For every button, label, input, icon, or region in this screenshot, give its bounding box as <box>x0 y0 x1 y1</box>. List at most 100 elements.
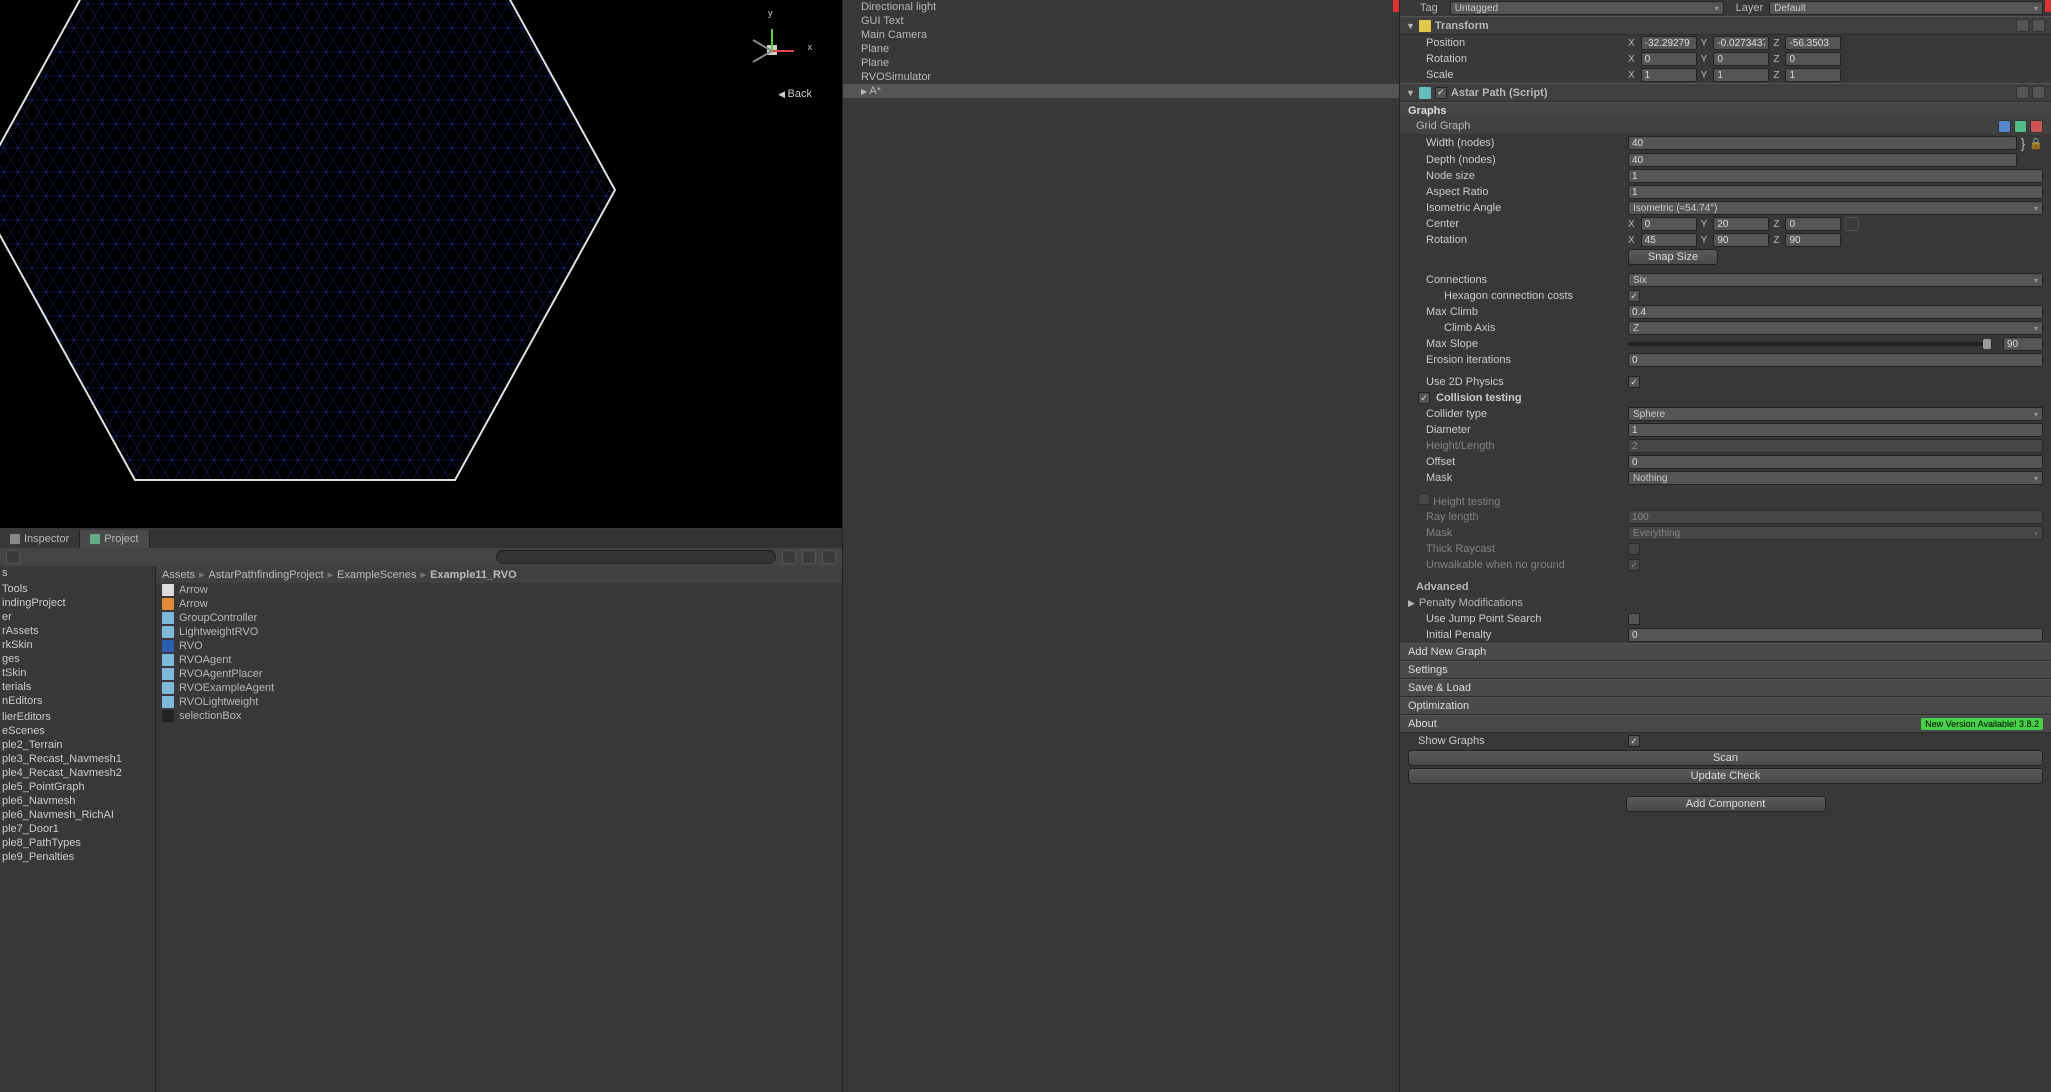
asset-item[interactable]: Arrow <box>156 583 842 597</box>
project-folders[interactable]: sToolsindingProjecterrAssetsrkSkingestSk… <box>0 566 156 1092</box>
folder-item[interactable]: ple2_Terrain <box>0 738 155 752</box>
folder-item[interactable]: Tools <box>0 582 155 596</box>
update-check-button[interactable]: Update Check <box>1408 768 2043 784</box>
hierarchy-item[interactable]: Main Camera <box>843 28 1399 42</box>
gizmo-y-axis[interactable] <box>771 29 773 51</box>
grid-graph-row[interactable]: Grid Graph <box>1400 118 2051 134</box>
jps-checkbox[interactable] <box>1628 613 1640 625</box>
snap-size-button[interactable]: Snap Size <box>1628 249 1718 265</box>
foldout-icon[interactable]: ▼ <box>1406 21 1415 31</box>
asset-item[interactable]: RVO <box>156 639 842 653</box>
gizmo-neg-axis-1[interactable] <box>752 50 772 63</box>
component-enable-checkbox[interactable] <box>1435 87 1447 99</box>
graphs-section[interactable]: Graphs <box>1400 102 2051 118</box>
collision-checkbox[interactable] <box>1418 392 1430 404</box>
tab-inspector[interactable]: Inspector <box>0 530 80 548</box>
scl-x[interactable] <box>1641 68 1697 82</box>
folder-item[interactable]: ple6_Navmesh <box>0 794 155 808</box>
grot-y[interactable] <box>1713 233 1769 247</box>
create-button[interactable] <box>6 550 20 564</box>
aspect-field[interactable] <box>1628 185 2043 199</box>
init-penalty-field[interactable] <box>1628 628 2043 642</box>
project-search[interactable] <box>496 550 776 564</box>
folder-item[interactable]: er <box>0 610 155 624</box>
use2d-checkbox[interactable] <box>1628 376 1640 388</box>
lock-icon[interactable]: 🔒 <box>2029 137 2043 150</box>
info-icon[interactable] <box>2014 120 2027 133</box>
rot-x[interactable] <box>1641 52 1697 66</box>
folder-item[interactable]: eScenes <box>0 724 155 738</box>
breadcrumb-segment[interactable]: ExampleScenes <box>337 569 417 581</box>
folder-item[interactable]: ple3_Recast_Navmesh1 <box>0 752 155 766</box>
climb-axis-dropdown[interactable]: Z <box>1628 321 2043 335</box>
hierarchy-item[interactable]: Plane <box>843 56 1399 70</box>
pos-y[interactable] <box>1713 36 1769 50</box>
connections-dropdown[interactable]: Six <box>1628 273 2043 287</box>
width-field[interactable] <box>1628 136 2017 150</box>
pos-z[interactable] <box>1785 36 1841 50</box>
gizmo-x-axis[interactable] <box>772 50 794 52</box>
asset-item[interactable]: Arrow <box>156 597 842 611</box>
foldout-icon[interactable]: ▼ <box>1406 88 1415 98</box>
grot-x[interactable] <box>1641 233 1697 247</box>
center-y[interactable] <box>1713 217 1769 231</box>
help-icon[interactable] <box>2016 19 2029 32</box>
asset-item[interactable]: RVOLightweight <box>156 695 842 709</box>
max-slope-field[interactable] <box>2003 337 2043 351</box>
add-component-button[interactable]: Add Component <box>1626 796 1826 812</box>
filter-button-1[interactable] <box>782 550 796 564</box>
center-z[interactable] <box>1785 217 1841 231</box>
hierarchy-item[interactable]: RVOSimulator <box>843 70 1399 84</box>
hierarchy-item[interactable]: ▶ A* <box>843 84 1399 98</box>
help-icon[interactable] <box>2016 86 2029 99</box>
asset-item[interactable]: RVOAgent <box>156 653 842 667</box>
optimization-section[interactable]: Optimization <box>1400 697 2051 715</box>
height-test-checkbox[interactable] <box>1418 493 1430 505</box>
hierarchy-item[interactable]: GUI Text <box>843 14 1399 28</box>
scene-back-button[interactable]: Back <box>778 88 812 100</box>
erosion-field[interactable] <box>1628 353 2043 367</box>
asset-item[interactable]: RVOAgentPlacer <box>156 667 842 681</box>
scene-view[interactable]: x y Back <box>0 0 842 528</box>
add-graph-button[interactable]: Add New Graph <box>1400 643 2051 661</box>
folder-item[interactable]: ges <box>0 652 155 666</box>
penalty-mod-label[interactable]: Penalty Modifications <box>1419 597 1523 609</box>
asset-item[interactable]: RVOExampleAgent <box>156 681 842 695</box>
tab-project[interactable]: Project <box>80 530 149 548</box>
folder-item[interactable]: ple9_Penalties <box>0 850 155 864</box>
scan-button[interactable]: Scan <box>1408 750 2043 766</box>
breadcrumb-segment[interactable]: Assets <box>162 569 195 581</box>
layer-dropdown[interactable]: Default <box>1769 1 2043 15</box>
error-indicator-icon[interactable] <box>2045 0 2051 12</box>
mask-dropdown[interactable]: Nothing <box>1628 471 2043 485</box>
settings-section[interactable]: Settings <box>1400 661 2051 679</box>
tag-dropdown[interactable]: Untagged <box>1450 1 1724 15</box>
filter-button-2[interactable] <box>802 550 816 564</box>
hex-costs-checkbox[interactable] <box>1628 290 1640 302</box>
eye-icon[interactable] <box>1998 120 2011 133</box>
collider-type-dropdown[interactable]: Sphere <box>1628 407 2043 421</box>
folder-item[interactable]: ple7_Door1 <box>0 822 155 836</box>
max-slope-slider[interactable] <box>1628 342 1993 346</box>
folder-item[interactable]: s <box>0 566 155 580</box>
folder-item[interactable]: indingProject <box>0 596 155 610</box>
hierarchy-panel[interactable]: Directional lightGUI TextMain Camera Plan… <box>842 0 1400 1092</box>
grot-z[interactable] <box>1785 233 1841 247</box>
rot-y[interactable] <box>1713 52 1769 66</box>
breadcrumb-segment[interactable]: Example11_RVO <box>430 569 517 581</box>
offset-field[interactable] <box>1628 455 2043 469</box>
orientation-gizmo[interactable]: x y <box>742 20 802 80</box>
folder-item[interactable]: ple6_Navmesh_RichAI <box>0 808 155 822</box>
diameter-field[interactable] <box>1628 423 2043 437</box>
transform-header[interactable]: ▼ Transform <box>1400 16 2051 35</box>
astar-header[interactable]: ▼ Astar Path (Script) <box>1400 83 2051 102</box>
asset-item[interactable]: GroupController <box>156 611 842 625</box>
scl-y[interactable] <box>1713 68 1769 82</box>
gear-icon[interactable] <box>2032 19 2045 32</box>
folder-item[interactable]: ple4_Recast_Navmesh2 <box>0 766 155 780</box>
folder-item[interactable]: tSkin <box>0 666 155 680</box>
hierarchy-item[interactable]: Directional light <box>843 0 1399 14</box>
pos-x[interactable] <box>1641 36 1697 50</box>
folder-item[interactable]: nEditors <box>0 694 155 708</box>
folder-item[interactable]: rAssets <box>0 624 155 638</box>
